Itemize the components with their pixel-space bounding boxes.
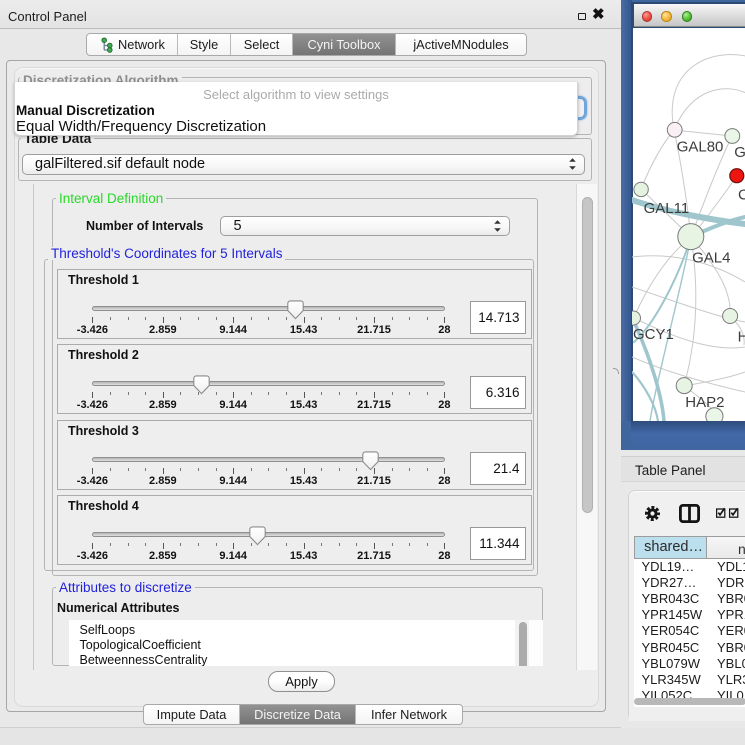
svg-text:GA: GA [734, 144, 745, 161]
svg-text:H: H [738, 328, 745, 345]
svg-text:GAL4: GAL4 [692, 250, 730, 267]
svg-text:GCY1: GCY1 [633, 326, 674, 343]
svg-text:C: C [738, 186, 745, 203]
svg-text:HAP2: HAP2 [685, 394, 724, 411]
svg-text:GAL11: GAL11 [644, 200, 690, 217]
svg-text:GAL80: GAL80 [677, 139, 724, 156]
